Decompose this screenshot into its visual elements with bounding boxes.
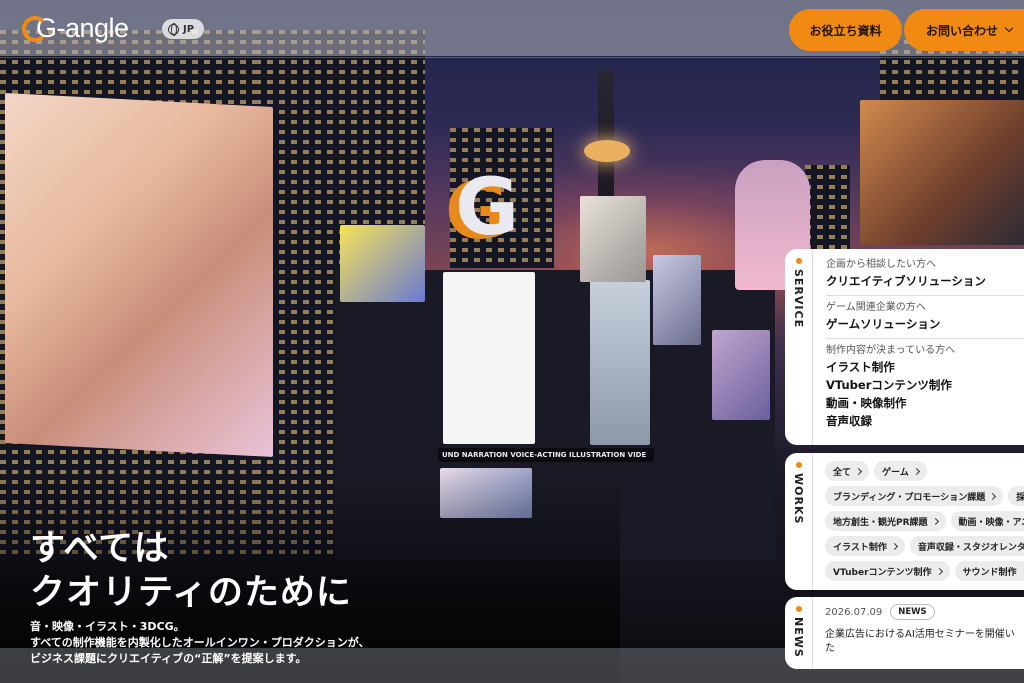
tag-sound[interactable]: サウンド制作 bbox=[954, 561, 1024, 581]
news-title: 企業広告におけるAI活用セミナーを開催いた bbox=[825, 629, 1015, 654]
news-date: 2026.07.09 bbox=[825, 606, 883, 618]
contact-button[interactable]: お問い合わせ bbox=[904, 9, 1024, 51]
tag-vtuber[interactable]: VTuberコンテンツ制作 bbox=[825, 561, 950, 581]
works-dot-icon bbox=[796, 462, 802, 468]
signage-strip: UND NARRATION VOICE-ACTING ILLUSTRATION … bbox=[438, 448, 654, 462]
tag-illustration[interactable]: イラスト制作 bbox=[825, 536, 905, 556]
service-link-voice-recording[interactable]: 音声収録 bbox=[826, 412, 1024, 430]
tag-all[interactable]: 全て bbox=[825, 461, 870, 481]
service-panel: SERVICE 企画から相談したい方へ クリエイティブソリューション ゲーム関連… bbox=[785, 249, 1024, 445]
g-logo-3d: G bbox=[455, 163, 520, 253]
service-caption: 企画から相談したい方へ bbox=[826, 259, 936, 270]
service-tab-label: SERVICE bbox=[792, 269, 805, 329]
logo-text: G-angle bbox=[36, 12, 129, 43]
hero-headline: すべては クオリティのために bbox=[30, 527, 352, 615]
tag-branding-promotion[interactable]: ブランディング・プロモーション課題 bbox=[825, 486, 1004, 506]
tag-recruitment[interactable]: 採用 bbox=[1008, 486, 1024, 506]
tag-label: サウンド制作 bbox=[962, 567, 1017, 578]
service-link-creative-solution[interactable]: クリエイティブソリューション bbox=[826, 272, 1024, 290]
works-tab[interactable]: WORKS bbox=[785, 453, 813, 590]
tag-voice-studio[interactable]: 音声収録・スタジオレンタル bbox=[909, 536, 1024, 556]
tag-row: 全て ゲーム bbox=[825, 461, 1024, 481]
billboard-yellow bbox=[340, 225, 425, 302]
service-link-illustration[interactable]: イラスト制作 bbox=[826, 358, 1024, 376]
tag-label: 採用 bbox=[1016, 492, 1024, 503]
resources-button-label: お役立ち資料 bbox=[809, 23, 882, 38]
site-logo[interactable]: G-angle bbox=[22, 10, 129, 46]
language-label: JP bbox=[183, 23, 195, 35]
chevron-right-icon bbox=[989, 492, 997, 500]
billboard-right-small bbox=[653, 255, 701, 345]
service-dot-icon bbox=[796, 258, 802, 264]
chevron-right-icon bbox=[854, 467, 863, 475]
signage-text: UND NARRATION VOICE-ACTING ILLUSTRATION … bbox=[442, 451, 647, 459]
tag-row: ブランディング・プロモーション課題 採用 bbox=[825, 486, 1024, 506]
hero-subcopy-line-1: 音・映像・イラスト・3DCG。 bbox=[30, 620, 185, 633]
tv-tower-ring bbox=[584, 140, 630, 162]
globe-icon bbox=[168, 23, 179, 36]
hero-headline-line-1: すべては bbox=[30, 529, 170, 569]
tag-label: 全て bbox=[833, 467, 852, 478]
chevron-right-icon bbox=[912, 467, 920, 475]
tag-label: 動画・映像・アニメ bbox=[958, 517, 1024, 528]
billboard-anime-purple bbox=[712, 330, 770, 420]
chevron-right-icon bbox=[931, 517, 939, 525]
works-panel: WORKS 全て ゲーム ブランディング・プロモーション課題 採用 地方創生・観… bbox=[785, 453, 1024, 590]
service-list: 企画から相談したい方へ クリエイティブソリューション ゲーム関連企業の方へ ゲー… bbox=[826, 258, 1024, 430]
works-tab-label: WORKS bbox=[792, 473, 805, 525]
resources-button[interactable]: お役立ち資料 bbox=[789, 9, 902, 51]
header-divider bbox=[0, 57, 1024, 58]
tag-video-anime[interactable]: 動画・映像・アニメ bbox=[950, 511, 1024, 531]
tag-label: VTuberコンテンツ制作 bbox=[833, 567, 932, 578]
works-tag-list: 全て ゲーム ブランディング・プロモーション課題 採用 地方創生・観光PR課題 … bbox=[825, 461, 1024, 586]
logo-mark-icon bbox=[22, 16, 48, 42]
hero-subcopy: 音・映像・イラスト・3DCG。 すべての制作機能を内製化したオールインワン・プロ… bbox=[30, 619, 370, 667]
billboard-studio bbox=[860, 100, 1024, 245]
tag-row: イラスト制作 音声収録・スタジオレンタル bbox=[825, 536, 1024, 556]
chevron-down-icon bbox=[1004, 23, 1014, 33]
news-category-badge: NEWS bbox=[890, 604, 935, 620]
hero-subcopy-line-3: ビジネス課題にクリエイティブの“正解”を提案します。 bbox=[30, 652, 307, 665]
tag-label: 地方創生・観光PR課題 bbox=[833, 517, 928, 528]
news-item[interactable]: 2026.07.09 NEWS 企業広告におけるAI活用セミナーを開催いた bbox=[825, 604, 1024, 656]
tag-label: 音声収録・スタジオレンタル bbox=[917, 542, 1024, 553]
chevron-right-icon bbox=[935, 567, 943, 575]
hero-headline-line-2: クオリティのために bbox=[30, 573, 352, 613]
billboard-portrait bbox=[580, 196, 646, 282]
language-switcher[interactable]: JP bbox=[162, 19, 205, 39]
news-dot-icon bbox=[796, 606, 802, 612]
chevron-right-icon bbox=[890, 542, 898, 550]
tag-game[interactable]: ゲーム bbox=[874, 461, 927, 481]
service-link-video[interactable]: 動画・映像制作 bbox=[826, 394, 1024, 412]
service-link-vtuber[interactable]: VTuberコンテンツ制作 bbox=[826, 376, 1024, 394]
service-link-game-solution[interactable]: ゲームソリューション bbox=[826, 315, 1024, 333]
news-meta: 2026.07.09 NEWS bbox=[825, 604, 1024, 620]
billboard-manga bbox=[590, 280, 650, 445]
billboard-white bbox=[443, 272, 535, 444]
service-caption: 制作内容が決まっている方へ bbox=[826, 345, 956, 356]
news-tab[interactable]: NEWS bbox=[785, 597, 813, 669]
service-caption: ゲーム関連企業の方へ bbox=[826, 302, 926, 313]
billboard-anime-boy bbox=[5, 92, 273, 458]
service-divider bbox=[826, 295, 1024, 296]
service-tab[interactable]: SERVICE bbox=[785, 249, 813, 445]
hero-subcopy-line-2: すべての制作機能を内製化したオールインワン・プロダクションが、 bbox=[30, 636, 370, 649]
tag-label: イラスト制作 bbox=[833, 542, 887, 553]
chevron-right-icon bbox=[1020, 567, 1024, 575]
tag-row: 地方創生・観光PR課題 動画・映像・アニメ bbox=[825, 511, 1024, 531]
news-panel: NEWS 2026.07.09 NEWS 企業広告におけるAI活用セミナーを開催… bbox=[785, 597, 1024, 669]
tag-row: VTuberコンテンツ制作 サウンド制作 bbox=[825, 561, 1024, 581]
service-divider bbox=[826, 338, 1024, 339]
contact-button-label: お問い合わせ bbox=[926, 23, 999, 38]
tag-label: ゲーム bbox=[882, 467, 909, 478]
news-tab-label: NEWS bbox=[792, 617, 805, 658]
tag-regional-pr[interactable]: 地方創生・観光PR課題 bbox=[825, 511, 946, 531]
tag-label: ブランディング・プロモーション課題 bbox=[833, 492, 986, 503]
